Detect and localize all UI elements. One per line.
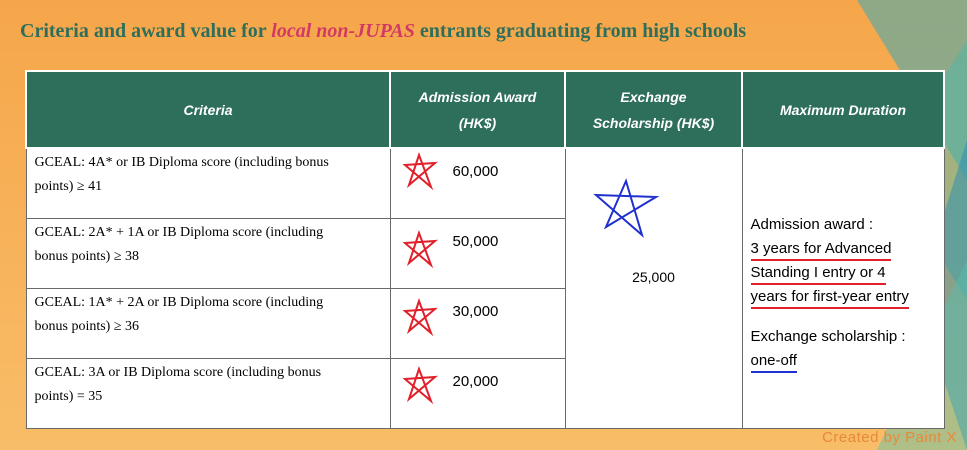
criteria-table: Criteria Admission Award (HK$) Exchange Sc… [25, 70, 945, 429]
award-cell: 30,000 [389, 287, 566, 359]
duration-text: Admission award : 3 years for Advanced S… [750, 213, 909, 373]
title-emphasis: local non-JUPAS [271, 20, 415, 42]
award-cell: 50,000 [389, 217, 566, 289]
header-criteria: Criteria [25, 70, 391, 149]
header-admission-line2: (HK$) [458, 114, 497, 131]
award-cell: 20,000 [389, 357, 566, 429]
header-criteria-label: Criteria [183, 101, 233, 118]
title-suffix: entrants graduating from high schools [414, 20, 747, 42]
criteria-cell: GCEAL: 4A* or IB Diploma score (includin… [25, 147, 391, 219]
header-admission-line1: Admission Award [418, 88, 537, 105]
criteria-cell: GCEAL: 3A or IB Diploma score (including… [25, 357, 391, 429]
award-value: 60,000 [452, 163, 499, 180]
duration-line-blue-underlined: one-off [750, 350, 797, 373]
award-cell: 60,000 [389, 147, 566, 219]
red-star-annotation-icon [401, 297, 438, 336]
duration-line-underlined: Standing I entry or 4 [750, 262, 886, 285]
duration-line-underlined: 3 years for Advanced [750, 238, 892, 261]
red-star-annotation-icon [401, 229, 438, 268]
duration-line-underlined: years for first-year entry [750, 286, 909, 309]
duration-line: Admission award : [750, 216, 874, 233]
table-row: GCEAL: 4A* or IB Diploma score (includin… [25, 147, 945, 429]
header-exchange-line2: Scholarship (HK$) [592, 114, 715, 131]
header-duration-label: Maximum Duration [779, 101, 906, 118]
header-exchange-scholarship: Exchange Scholarship (HK$) [564, 70, 743, 149]
criteria-line: bonus points) ≥ 38 [34, 248, 140, 264]
header-admission-award: Admission Award (HK$) [389, 70, 566, 149]
criteria-line: points) = 35 [34, 388, 103, 404]
watermark: Created by Paint X [822, 429, 957, 446]
award-value: 20,000 [452, 372, 499, 390]
award-value: 30,000 [452, 302, 499, 320]
exchange-value: 25,000 [632, 269, 675, 285]
exchange-cell: 25,000 [564, 147, 743, 429]
criteria-cell: GCEAL: 1A* + 2A or IB Diploma score (inc… [25, 287, 391, 359]
criteria-line: GCEAL: 4A* or IB Diploma score (includin… [34, 155, 329, 170]
red-star-annotation-icon [401, 152, 438, 191]
duration-line: Exchange scholarship : [750, 328, 906, 345]
criteria-line: GCEAL: 3A or IB Diploma score (including… [34, 364, 322, 380]
header-exchange-line1: Exchange [620, 88, 687, 105]
title-prefix: Criteria and award value for [20, 20, 272, 42]
criteria-line: GCEAL: 1A* + 2A or IB Diploma score (inc… [34, 294, 324, 310]
criteria-line: bonus points) ≥ 36 [34, 318, 140, 334]
red-star-annotation-icon [401, 365, 438, 404]
table-header-row: Criteria Admission Award (HK$) Exchange Sc… [25, 70, 945, 149]
header-maximum-duration: Maximum Duration [741, 70, 945, 149]
criteria-line: GCEAL: 2A* + 1A or IB Diploma score (inc… [34, 224, 324, 240]
criteria-line: points) ≥ 41 [34, 179, 103, 194]
award-value: 50,000 [452, 232, 499, 250]
criteria-cell: GCEAL: 2A* + 1A or IB Diploma score (inc… [25, 217, 391, 289]
blue-star-annotation-icon [592, 178, 659, 239]
duration-cell: Admission award : 3 years for Advanced S… [741, 147, 945, 429]
page-title: Criteria and award value for local non-J… [20, 20, 746, 43]
